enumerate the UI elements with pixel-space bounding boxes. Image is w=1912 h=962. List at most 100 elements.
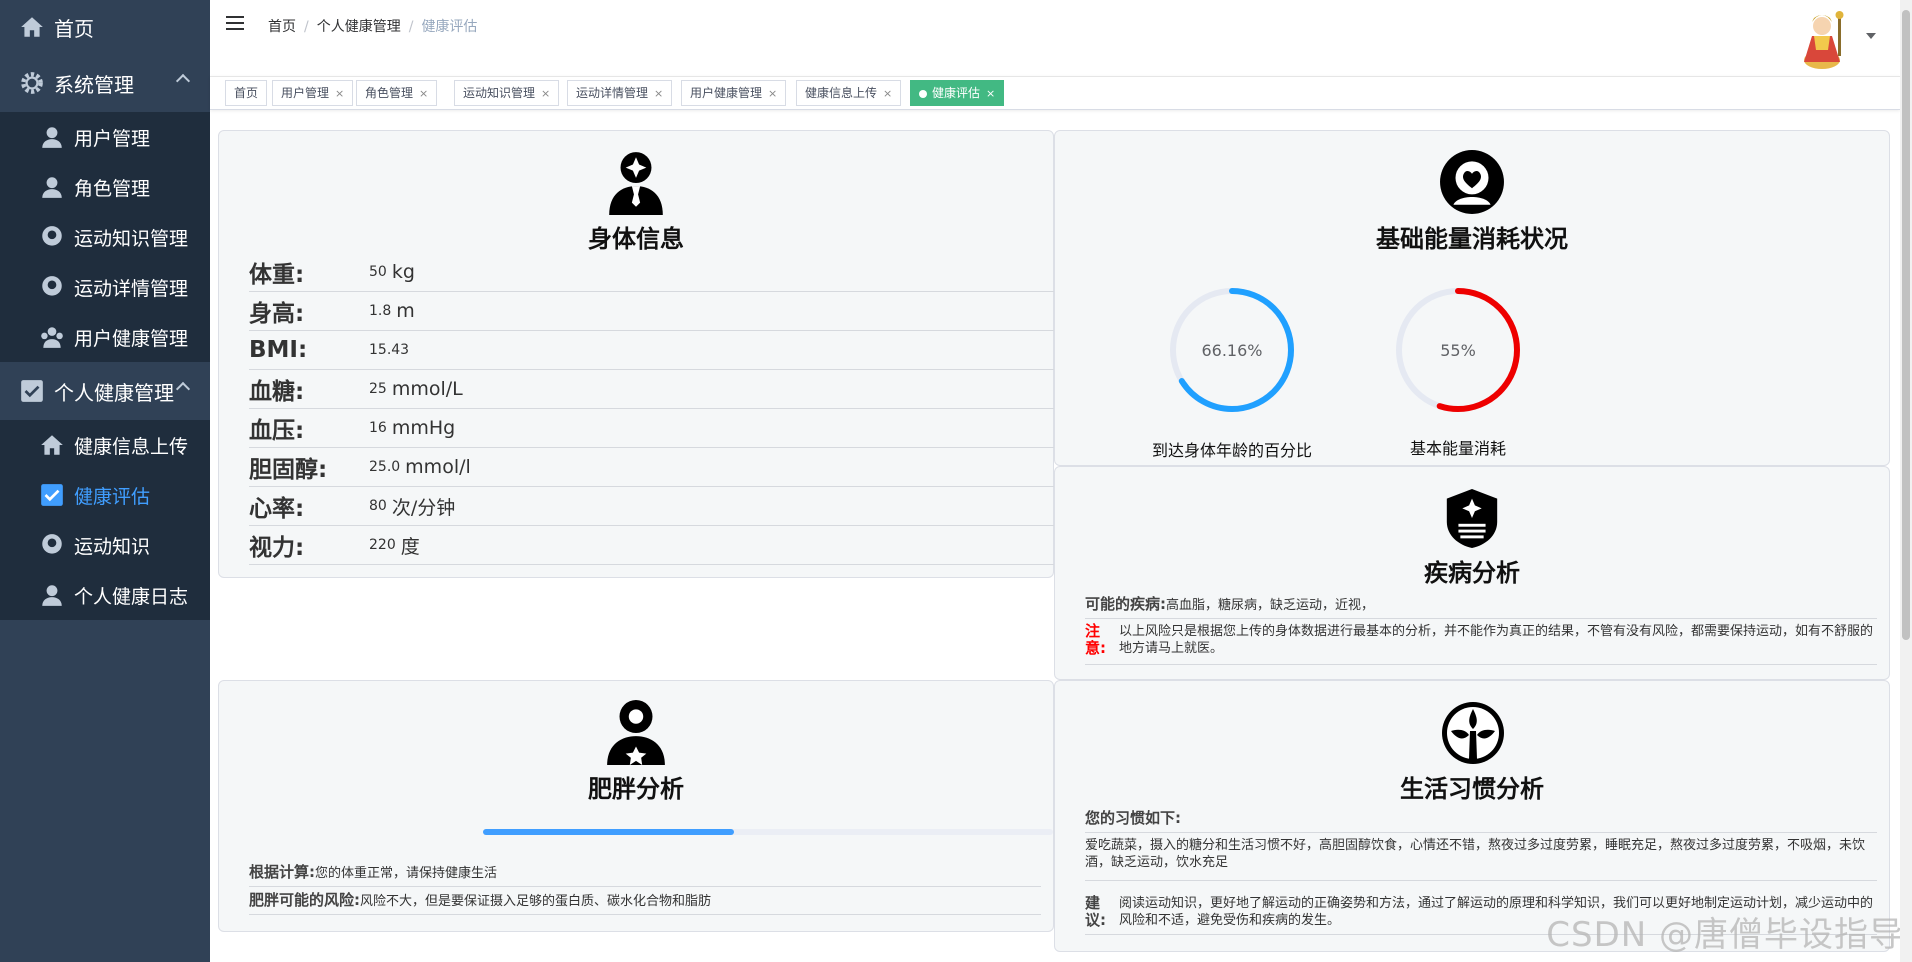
tag-user-manage[interactable]: 用户管理 × bbox=[272, 80, 354, 106]
caret-down-icon[interactable] bbox=[1866, 33, 1876, 39]
info-unit: 度 bbox=[400, 535, 420, 558]
submenu-personal: 健康信息上传 健康评估 运动知识 个人健康日志 bbox=[0, 420, 210, 620]
tag-label: 首页 bbox=[234, 86, 259, 100]
sidebar-item-health-upload[interactable]: 健康信息上传 bbox=[0, 420, 210, 470]
tag-label: 用户健康管理 bbox=[690, 86, 763, 100]
menu-personal-health[interactable]: 个人健康管理 bbox=[0, 362, 210, 420]
tag-label: 运动详情管理 bbox=[576, 86, 649, 100]
card-disease: 疾病分析 可能的疾病:高血脂，糖尿病，缺乏运动，近视， 注意: 以上风险只是根据… bbox=[1054, 466, 1890, 680]
info-row: 心率: 80 次/分钟 bbox=[249, 487, 1055, 526]
tags-view: 首页 用户管理 × 角色管理 × 运动知识管理 × 运动详情管理 × 用户健康管理 × 健… bbox=[210, 76, 1900, 110]
info-row: 胆固醇: 25.0 mmol/l bbox=[249, 448, 1055, 487]
info-label: 胆固醇: bbox=[249, 457, 328, 483]
close-icon[interactable]: × bbox=[654, 87, 663, 100]
sidebar: 首页 系统管理 用户管理 角色管理 运动知识管理 运动详情管理 用户健康管理 个… bbox=[0, 0, 210, 962]
tag-label: 健康评估 bbox=[932, 86, 981, 100]
tag-label: 运动知识管理 bbox=[463, 86, 536, 100]
info-value: 25.0 bbox=[369, 459, 401, 475]
close-icon[interactable]: × bbox=[335, 87, 344, 100]
info-label: 血糖: bbox=[249, 379, 305, 405]
breadcrumb-home[interactable]: 首页 bbox=[268, 19, 296, 35]
sidebar-item-sport-detail-manage[interactable]: 运动详情管理 bbox=[0, 262, 210, 312]
sidebar-item-sport-knowledge-manage[interactable]: 运动知识管理 bbox=[0, 212, 210, 262]
breadcrumb-personal[interactable]: 个人健康管理 bbox=[317, 19, 401, 35]
user-icon bbox=[38, 173, 66, 201]
obesity-progress bbox=[483, 829, 1053, 835]
tag-home[interactable]: 首页 bbox=[225, 80, 268, 106]
home-icon bbox=[38, 431, 66, 459]
energy-title: 基础能量消耗状况 bbox=[1376, 225, 1568, 253]
obesity-progress-fill bbox=[483, 829, 734, 835]
close-icon[interactable]: × bbox=[541, 87, 550, 100]
tag-role-manage[interactable]: 角色管理 × bbox=[356, 80, 438, 106]
info-value: 16 bbox=[369, 420, 387, 436]
menu-home[interactable]: 首页 bbox=[0, 0, 210, 54]
info-row: 视力: 220 度 bbox=[249, 526, 1055, 565]
close-icon[interactable]: × bbox=[986, 87, 995, 100]
menu-system-label: 系统管理 bbox=[54, 72, 134, 97]
menu-personal-label: 个人健康管理 bbox=[54, 380, 174, 405]
risk-label: 肥胖可能的风险: bbox=[249, 891, 360, 909]
scrollbar-thumb[interactable] bbox=[1902, 10, 1910, 640]
note-row: 注意: 以上风险只是根据您上传的身体数据进行最基本的分析，并不能作为真正的结果，… bbox=[1085, 623, 1877, 665]
sidebar-item-user-manage[interactable]: 用户管理 bbox=[0, 112, 210, 162]
habits-text: 爱吃蔬菜，摄入的糖分和生活习惯不好，高胆固醇饮食，心情还不错，熬夜过多过度劳累，… bbox=[1085, 838, 1866, 870]
close-icon[interactable]: × bbox=[419, 87, 428, 100]
navbar: 首页 / 个人健康管理 / 健康评估 bbox=[210, 0, 1900, 76]
tag-sport-detail-manage[interactable]: 运动详情管理 × bbox=[567, 80, 673, 106]
users-icon bbox=[38, 323, 66, 351]
home-icon bbox=[18, 13, 46, 41]
avatar[interactable] bbox=[1790, 6, 1854, 70]
risk-row: 肥胖可能的风险:风险不大，但是要保证摄入足够的蛋白质、碳水化合物和脂肪 bbox=[249, 889, 1041, 915]
info-row: 血压: 16 mmHg bbox=[249, 409, 1055, 448]
support-icon bbox=[38, 273, 66, 301]
lifestyle-title: 生活习惯分析 bbox=[1400, 775, 1544, 803]
info-row: 身高: 1.8 m bbox=[249, 292, 1055, 331]
hamburger-icon[interactable] bbox=[226, 16, 244, 32]
scrollbar[interactable] bbox=[1900, 0, 1912, 962]
tag-user-health-manage[interactable]: 用户健康管理 × bbox=[681, 80, 787, 106]
info-unit: mmHg bbox=[391, 417, 456, 439]
menu-system[interactable]: 系统管理 bbox=[0, 54, 210, 112]
risk-value: 风险不大，但是要保证摄入足够的蛋白质、碳水化合物和脂肪 bbox=[360, 894, 712, 909]
note-label: 注意: bbox=[1085, 622, 1106, 657]
circle-percent-text: 66.16% bbox=[1201, 341, 1263, 360]
tag-label: 健康信息上传 bbox=[805, 86, 878, 100]
sidebar-item-label: 用户管理 bbox=[74, 127, 151, 150]
disease-title: 疾病分析 bbox=[1424, 559, 1520, 587]
sidebar-item-sport-knowledge[interactable]: 运动知识 bbox=[0, 520, 210, 570]
circle-percent-text: 55% bbox=[1440, 341, 1476, 360]
possible-disease-value: 高血脂，糖尿病，缺乏运动，近视， bbox=[1166, 598, 1375, 613]
shield-icon bbox=[1446, 488, 1498, 549]
info-label: BMI: bbox=[249, 337, 308, 363]
close-icon[interactable]: × bbox=[883, 87, 892, 100]
user-icon bbox=[38, 581, 66, 609]
sidebar-item-role-manage[interactable]: 角色管理 bbox=[0, 162, 210, 212]
info-value: 220 bbox=[369, 537, 396, 553]
info-unit: mmol/L bbox=[391, 378, 463, 400]
habits-label: 您的习惯如下: bbox=[1085, 809, 1181, 827]
submenu-system: 用户管理 角色管理 运动知识管理 运动详情管理 用户健康管理 bbox=[0, 112, 210, 362]
tag-health-assess[interactable]: 健康评估 × bbox=[910, 80, 1005, 106]
info-value: 80 bbox=[369, 498, 387, 514]
sidebar-item-health-log[interactable]: 个人健康日志 bbox=[0, 570, 210, 620]
info-label: 血压: bbox=[249, 418, 305, 444]
support-icon bbox=[38, 223, 66, 251]
info-value: 25 bbox=[369, 381, 387, 397]
note-text: 以上风险只是根据您上传的身体数据进行最基本的分析，并不能作为真正的结果，不管有没… bbox=[1119, 624, 1874, 656]
info-value: 50 bbox=[369, 264, 387, 280]
calc-value: 您的体重正常，请保持健康生活 bbox=[315, 866, 498, 881]
tag-sport-knowledge-manage[interactable]: 运动知识管理 × bbox=[454, 80, 560, 106]
sidebar-item-health-assess[interactable]: 健康评估 bbox=[0, 470, 210, 520]
chevron-up-icon bbox=[175, 381, 191, 397]
advice-label: 建议: bbox=[1085, 894, 1106, 929]
sidebar-item-label: 用户健康管理 bbox=[74, 327, 189, 350]
person-badge-icon bbox=[607, 700, 665, 765]
close-icon[interactable]: × bbox=[768, 87, 777, 100]
body-info-title: 身体信息 bbox=[588, 225, 684, 253]
calc-label: 根据计算: bbox=[249, 863, 315, 881]
sidebar-item-user-health-manage[interactable]: 用户健康管理 bbox=[0, 312, 210, 362]
person-star-icon bbox=[609, 152, 663, 215]
info-unit: kg bbox=[391, 261, 415, 283]
tag-health-upload[interactable]: 健康信息上传 × bbox=[796, 80, 902, 106]
